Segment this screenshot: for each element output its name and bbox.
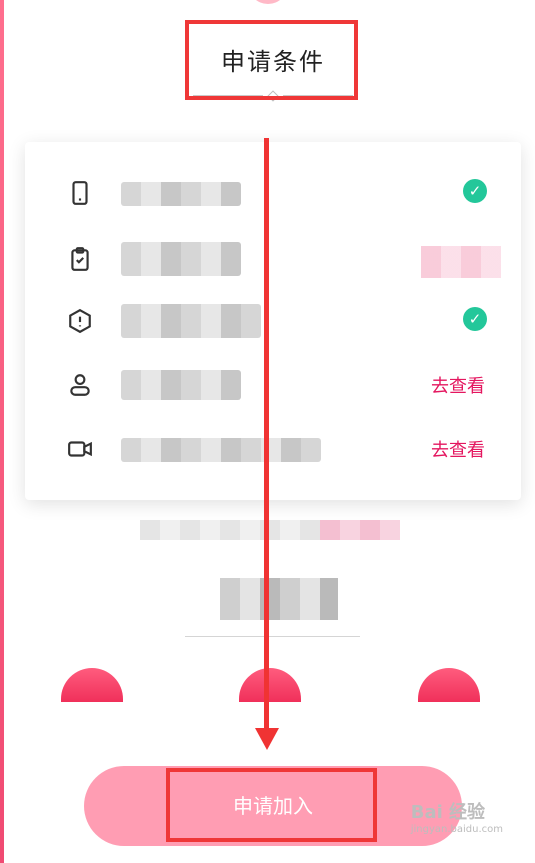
decoration-hill-center xyxy=(239,668,301,702)
subtitle-underline xyxy=(185,636,360,637)
watermark-url: jingyan.baidu.com xyxy=(410,824,503,835)
blurred-subtitle xyxy=(220,578,338,620)
decoration-hill-right xyxy=(418,668,480,702)
condition-text-blurred xyxy=(121,304,261,338)
alert-shield-icon xyxy=(69,308,91,334)
condition-row-video[interactable]: 去查看 xyxy=(25,416,521,480)
condition-text-blurred xyxy=(121,182,241,206)
condition-status-blurred xyxy=(421,246,501,278)
annotation-highlight-button xyxy=(166,768,377,842)
view-link[interactable]: 去查看 xyxy=(431,372,485,398)
condition-text-blurred xyxy=(121,370,241,400)
annotation-highlight-title xyxy=(185,20,358,100)
blurred-notice-text xyxy=(140,520,320,540)
annotation-arrow-head xyxy=(255,728,279,750)
decoration-hill-left xyxy=(61,668,123,702)
left-edge-decoration xyxy=(0,0,4,863)
condition-row-alert: ✓ xyxy=(25,288,521,352)
phone-icon xyxy=(72,181,88,205)
check-icon: ✓ xyxy=(463,179,487,203)
user-icon xyxy=(70,374,90,396)
top-decoration xyxy=(248,0,288,4)
watermark-logo: Bai 经验 xyxy=(410,802,486,823)
video-camera-icon xyxy=(68,441,92,457)
condition-text-blurred xyxy=(121,438,321,462)
watermark: Bai 经验 jingyan.baidu.com xyxy=(411,798,503,835)
view-link[interactable]: 去查看 xyxy=(431,436,485,462)
condition-row-phone: ✓ xyxy=(25,160,521,224)
condition-text-blurred xyxy=(121,242,241,276)
blurred-notice-link xyxy=(320,520,400,540)
condition-row-user[interactable]: 去查看 xyxy=(25,352,521,416)
condition-row-clipboard xyxy=(25,226,521,290)
annotation-arrow xyxy=(264,138,269,736)
clipboard-check-icon xyxy=(71,247,89,271)
check-icon: ✓ xyxy=(463,307,487,331)
conditions-card: ✓ ✓ 去查看 去查看 xyxy=(25,142,521,500)
